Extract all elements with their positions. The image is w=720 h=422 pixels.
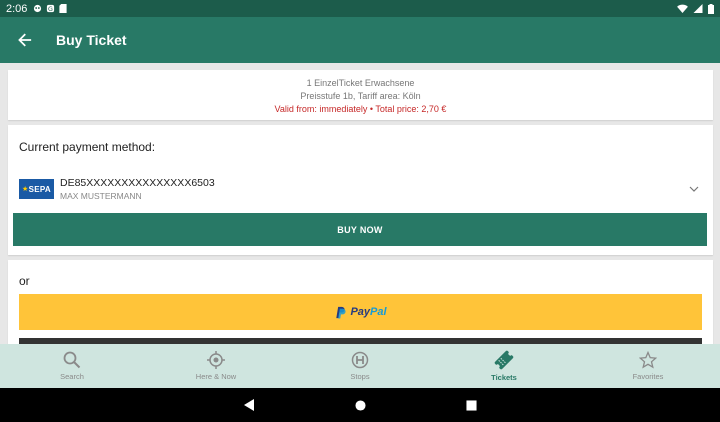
star-outline-icon	[639, 351, 657, 369]
content-area: 1 EinzelTicket Erwachsene Preisstufe 1b,…	[0, 63, 720, 344]
system-navigation-bar	[0, 388, 720, 422]
status-bar: 2:06 G	[0, 0, 720, 17]
location-crosshair-icon	[207, 351, 225, 369]
status-time: 2:06	[6, 2, 28, 15]
sepa-star-icon: ★	[22, 186, 29, 193]
system-home-icon[interactable]	[355, 399, 366, 411]
nav-item-search[interactable]: Search	[0, 344, 144, 388]
page-title: Buy Ticket	[56, 32, 127, 48]
stop-sign-icon	[351, 351, 369, 369]
alternative-payment-card: or Pay Pal	[8, 260, 713, 344]
ticket-tariff: Preisstufe 1b, Tariff area: Köln	[300, 91, 421, 101]
nav-item-tickets[interactable]: Tickets	[432, 344, 576, 388]
sd-card-icon	[59, 4, 68, 13]
ticket-name: 1 EinzelTicket Erwachsene	[306, 78, 415, 88]
svg-text:G: G	[48, 6, 53, 13]
payment-method-heading: Current payment method:	[19, 140, 156, 154]
back-button[interactable]	[0, 17, 50, 63]
nav-label-here-now: Here & Now	[195, 372, 237, 381]
chevron-down-icon	[689, 186, 699, 192]
notification-app-icon	[34, 4, 42, 13]
app-bar: Buy Ticket	[0, 17, 720, 63]
system-recents-icon[interactable]	[466, 399, 477, 411]
ticket-icon	[494, 350, 514, 370]
nav-label-search: Search	[60, 372, 84, 381]
sepa-logo: ★ SEPA	[19, 179, 54, 199]
account-holder: MAX MUSTERMANN	[60, 191, 142, 201]
nav-item-here-now[interactable]: Here & Now	[144, 344, 288, 388]
nav-item-favorites[interactable]: Favorites	[576, 344, 720, 388]
system-back-icon[interactable]	[243, 399, 255, 411]
nav-label-tickets: Tickets	[491, 373, 517, 382]
ticket-validity-price: Valid from: immediately • Total price: 2…	[274, 104, 447, 114]
battery-icon	[708, 3, 714, 14]
wifi-icon	[677, 4, 688, 13]
or-label: or	[19, 274, 30, 288]
nav-label-favorites: Favorites	[632, 372, 664, 381]
signal-icon	[693, 4, 703, 13]
nav-label-stops: Stops	[350, 372, 370, 381]
paypal-text-pay: Pay	[350, 306, 371, 318]
search-icon	[63, 351, 81, 369]
payment-method-card: Current payment method: ★ SEPA DE85XXXXXX…	[8, 125, 713, 255]
notification-g-icon: G	[47, 4, 55, 13]
bottom-navigation: Search Here & Now Stops Tickets Favorite…	[0, 344, 720, 388]
payment-method-selector[interactable]: ★ SEPA DE85XXXXXXXXXXXXXXX6503 MAX MUSTER…	[19, 174, 705, 204]
paypal-button[interactable]: Pay Pal	[19, 294, 702, 330]
ticket-summary-card: 1 EinzelTicket Erwachsene Preisstufe 1b,…	[8, 70, 713, 120]
iban-text: DE85XXXXXXXXXXXXXXX6503	[60, 177, 215, 189]
nav-item-stops[interactable]: Stops	[288, 344, 432, 388]
paypal-text-pal: Pal	[370, 306, 387, 318]
buy-now-button[interactable]: BUY NOW	[13, 213, 707, 246]
paypal-logo-icon	[336, 306, 347, 319]
arrow-back-icon	[18, 33, 32, 47]
